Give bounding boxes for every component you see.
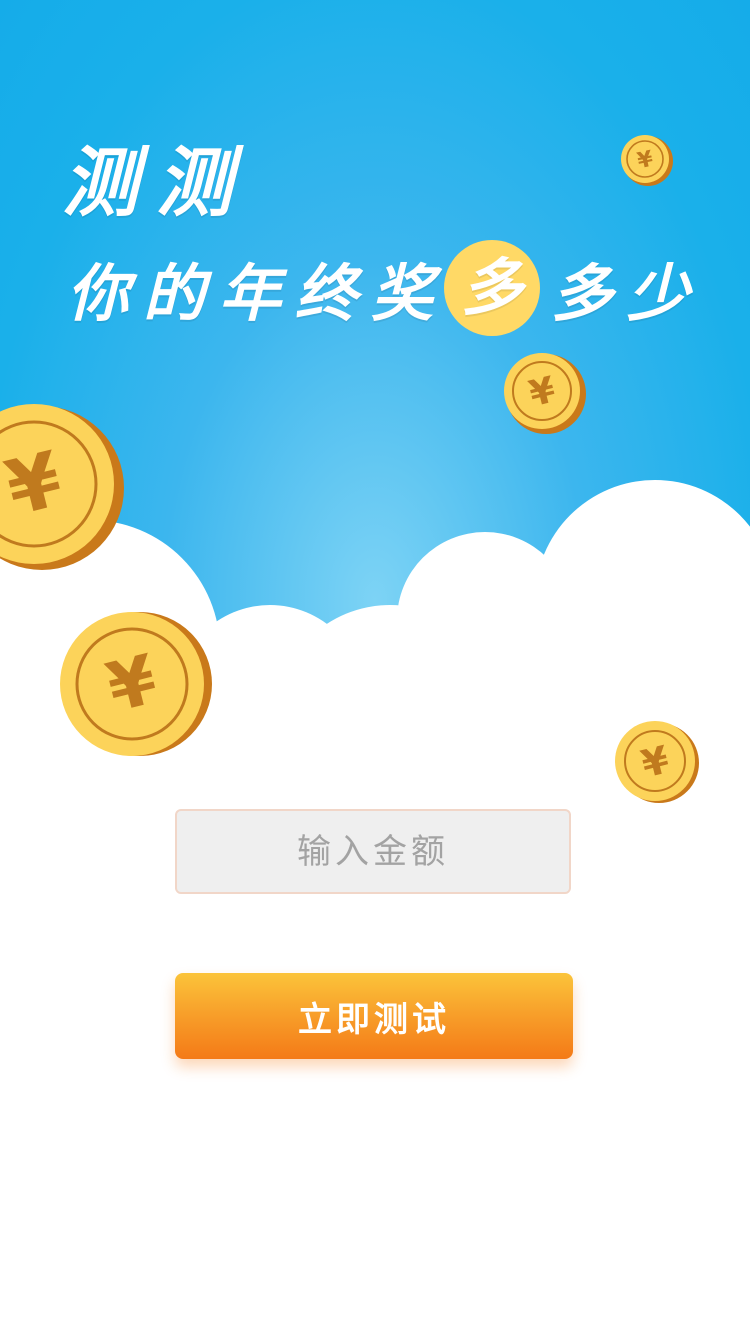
start-test-button[interactable]: 立即测试 — [175, 973, 573, 1059]
headline-char: 的 — [142, 257, 205, 330]
headline-char: 你 — [66, 257, 129, 330]
headline-line-2: 你 的 年 终 奖 多 多 少 — [60, 240, 696, 336]
yuan-coin-icon: ¥ — [0, 404, 124, 570]
yuan-coin-icon: ¥ — [621, 135, 673, 186]
headline-char: 终 — [294, 257, 357, 330]
yuan-coin-icon: ¥ — [60, 612, 212, 756]
headline-char: 多 — [550, 257, 613, 330]
headline-char: 年 — [218, 257, 281, 330]
yuan-coin-icon: ¥ — [615, 721, 699, 803]
headline-highlight-char: 多 — [444, 240, 540, 336]
headline-char: 少 — [626, 257, 689, 330]
amount-input[interactable] — [175, 809, 571, 894]
headline-char: 奖 — [370, 257, 433, 330]
headline-line-1: 测测 — [62, 138, 250, 227]
app-screen: 测测 你 的 年 终 奖 多 多 少 ¥ ¥ ¥ ¥ ¥ 输入金额 立即测试 — [0, 0, 750, 1334]
yuan-coin-icon: ¥ — [504, 353, 586, 434]
